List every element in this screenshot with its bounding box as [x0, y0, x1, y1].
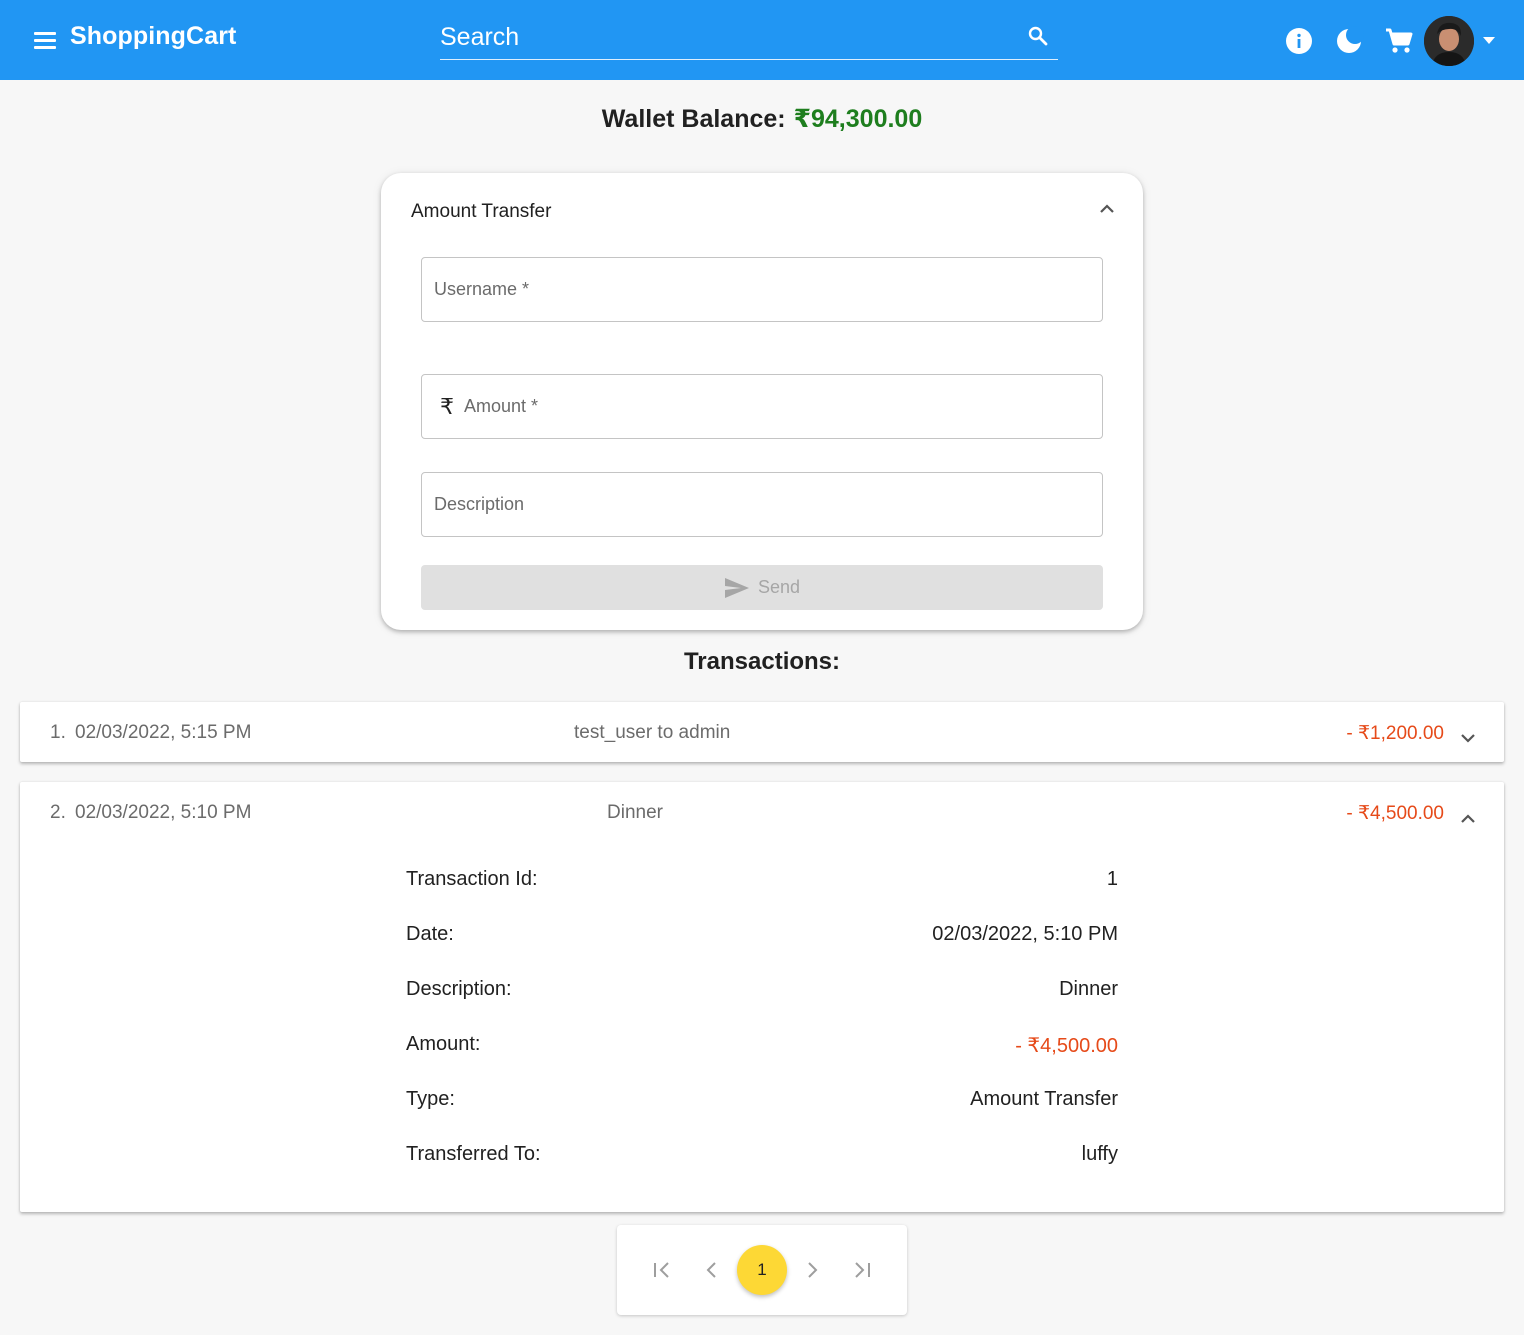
- detail-label: Transaction Id:: [406, 868, 538, 890]
- transaction-amount: - ₹1,200.00: [1346, 723, 1444, 744]
- description-field: [421, 472, 1103, 537]
- rupee-adornment: ₹: [440, 394, 454, 419]
- transaction-item: 2. 02/03/2022, 5:10 PM Dinner - ₹4,500.0…: [20, 782, 1504, 1212]
- transaction-date: 02/03/2022, 5:15 PM: [75, 722, 252, 743]
- previous-page-icon[interactable]: [699, 1257, 725, 1283]
- brand-title[interactable]: ShoppingCart: [70, 22, 236, 51]
- wallet-balance: Wallet Balance: ₹94,300.00: [0, 104, 1524, 134]
- dark-mode-icon[interactable]: [1334, 26, 1364, 56]
- detail-label: Date:: [406, 923, 454, 945]
- username-input[interactable]: [434, 258, 1094, 321]
- search-input[interactable]: [440, 18, 1010, 56]
- transaction-description: test_user to admin: [574, 722, 731, 743]
- send-icon: [724, 577, 749, 598]
- avatar-image: [1424, 16, 1474, 66]
- detail-value: Amount Transfer: [970, 1088, 1118, 1110]
- chevron-up-icon[interactable]: [1095, 197, 1119, 221]
- detail-label: Amount:: [406, 1033, 481, 1055]
- detail-value: Dinner: [1059, 978, 1118, 1000]
- transaction-index: 1.: [50, 722, 66, 743]
- description-input[interactable]: [434, 473, 1094, 536]
- next-page-icon[interactable]: [799, 1257, 825, 1283]
- detail-value: 1: [1106, 868, 1118, 890]
- wallet-balance-label: Wallet Balance:: [601, 105, 786, 133]
- search-bar: [440, 18, 1058, 60]
- transaction-amount: - ₹4,500.00: [1346, 803, 1444, 824]
- avatar[interactable]: [1424, 16, 1474, 66]
- current-page-button[interactable]: 1: [737, 1245, 787, 1295]
- transaction-description: Dinner: [607, 802, 663, 823]
- detail-value: luffy: [1081, 1143, 1118, 1165]
- detail-value: - ₹4,500.00: [1015, 1035, 1118, 1057]
- detail-label: Type:: [406, 1088, 455, 1110]
- wallet-balance-value: ₹94,300.00: [793, 105, 923, 133]
- transaction-summary-row[interactable]: 2. 02/03/2022, 5:10 PM Dinner - ₹4,500.0…: [20, 782, 1504, 842]
- amount-field: ₹: [421, 374, 1103, 439]
- send-button-label: Send: [757, 577, 801, 597]
- transaction-summary-row[interactable]: 1. 02/03/2022, 5:15 PM test_user to admi…: [20, 702, 1504, 762]
- transaction-date: 02/03/2022, 5:10 PM: [75, 802, 252, 823]
- menu-icon[interactable]: [30, 26, 60, 56]
- dropdown-caret-icon[interactable]: [1481, 34, 1497, 46]
- cart-icon[interactable]: [1384, 26, 1414, 56]
- amount-transfer-panel: Amount Transfer ₹ Send: [381, 173, 1143, 630]
- detail-label: Transferred To:: [406, 1143, 541, 1165]
- transaction-item: 1. 02/03/2022, 5:15 PM test_user to admi…: [20, 702, 1504, 762]
- amount-transfer-title[interactable]: Amount Transfer: [411, 201, 551, 223]
- send-button[interactable]: Send: [421, 565, 1103, 610]
- chevron-down-icon[interactable]: [1456, 726, 1480, 750]
- username-field: [421, 257, 1103, 322]
- search-icon[interactable]: [1026, 24, 1050, 48]
- transaction-index: 2.: [50, 802, 66, 823]
- chevron-up-icon[interactable]: [1456, 807, 1480, 831]
- app-bar: ShoppingCart: [0, 0, 1524, 80]
- pagination: 1: [617, 1225, 907, 1315]
- detail-label: Description:: [406, 978, 512, 1000]
- amount-input[interactable]: [464, 375, 1094, 438]
- detail-value: 02/03/2022, 5:10 PM: [932, 923, 1118, 945]
- first-page-icon[interactable]: [649, 1257, 675, 1283]
- info-icon[interactable]: [1284, 26, 1314, 56]
- last-page-icon[interactable]: [849, 1257, 875, 1283]
- transactions-heading: Transactions:: [683, 648, 841, 675]
